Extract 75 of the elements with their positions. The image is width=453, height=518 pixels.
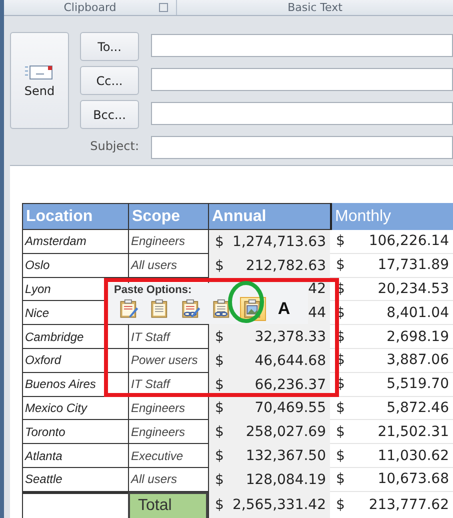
address-field[interactable] xyxy=(151,68,453,91)
currency-symbol: $ xyxy=(336,233,345,250)
currency-symbol: $ xyxy=(215,448,224,464)
table-cell: Cambridge xyxy=(22,325,128,349)
paste-link-icon xyxy=(181,299,201,319)
currency-symbol: $ xyxy=(336,448,345,464)
table-cell: Mexico City xyxy=(22,396,128,420)
table-cell: 70,469.55 xyxy=(254,400,326,416)
send-button[interactable]: Send xyxy=(10,32,69,129)
column-header: Scope xyxy=(128,203,208,230)
table-cell: 32,378.33 xyxy=(254,329,326,346)
address-button[interactable]: To... xyxy=(80,32,139,61)
address-button[interactable]: Bcc... xyxy=(80,100,139,129)
currency-symbol: $ xyxy=(215,352,224,369)
column-header: Location xyxy=(22,203,128,230)
table-cell: 2,565,331.42 xyxy=(232,496,326,513)
table-cell: 66,236.37 xyxy=(254,376,326,393)
currency-symbol: $ xyxy=(215,234,224,250)
table-cell: 3,887.06 xyxy=(386,352,449,368)
currency-symbol: $ xyxy=(215,424,224,440)
table-cell: 42 xyxy=(308,281,326,298)
table-cell: Amsterdam xyxy=(22,230,128,254)
table-cell: 213,777.62 xyxy=(368,496,449,513)
table-cell: Toronto xyxy=(22,420,128,444)
highlight-ellipse xyxy=(228,281,264,323)
table-cell: 1,274,713.63 xyxy=(232,234,326,250)
paste-option-button[interactable]: A xyxy=(271,297,297,321)
table-cell: 21,502.31 xyxy=(378,424,449,440)
currency-symbol: $ xyxy=(215,496,224,513)
column-header: Annual xyxy=(208,203,330,230)
table-cell: 5,872.46 xyxy=(386,400,449,416)
envelope-icon xyxy=(24,64,54,80)
table-cell: Oxford xyxy=(22,348,128,373)
currency-symbol: $ xyxy=(336,471,345,488)
table-cell: 20,234.53 xyxy=(378,280,449,297)
column-header: Monthly xyxy=(330,203,453,230)
table-cell: 258,027.69 xyxy=(246,424,326,440)
table-cell: Seattle xyxy=(22,468,128,492)
table-cell: Oslo xyxy=(22,254,128,278)
currency-symbol: $ xyxy=(336,400,345,416)
currency-symbol: $ xyxy=(336,424,345,440)
paste-keep-formatting-icon xyxy=(119,299,139,319)
subject-label: Subject: xyxy=(89,138,139,155)
table-cell: 128,084.19 xyxy=(246,472,326,488)
table-cell: 46,644.68 xyxy=(254,352,326,369)
currency-symbol: $ xyxy=(215,472,224,488)
currency-symbol: $ xyxy=(215,376,224,393)
address-field[interactable] xyxy=(151,102,453,125)
subject-field[interactable] xyxy=(151,136,453,159)
currency-symbol: $ xyxy=(336,496,345,513)
table-cell: 132,367.50 xyxy=(246,448,326,464)
table-cell: 11,030.62 xyxy=(378,448,449,464)
currency-symbol: $ xyxy=(215,400,224,416)
dialog-launcher-icon[interactable] xyxy=(159,3,168,12)
table-cell: 44 xyxy=(308,305,326,322)
ribbon-group-label: Basic Text xyxy=(288,1,342,14)
currency-symbol: $ xyxy=(336,257,345,274)
total-cell: Total xyxy=(128,492,208,518)
currency-symbol: $ xyxy=(215,329,224,346)
table-cell: 10,673.68 xyxy=(378,471,449,488)
currency-symbol: $ xyxy=(215,258,224,274)
table-cell: 212,782.63 xyxy=(246,258,326,274)
paste-link-icon xyxy=(212,299,232,319)
table-cell: Atlanta xyxy=(22,444,128,468)
address-field[interactable] xyxy=(151,34,453,57)
table-cell: 5,519.70 xyxy=(386,376,449,392)
paste-clipboard-icon xyxy=(150,299,170,319)
table-cell: Buenos Aires xyxy=(22,372,128,397)
ribbon-group-label: Clipboard xyxy=(64,1,116,14)
table-cell: 2,698.19 xyxy=(386,328,449,345)
paste-picture-icon xyxy=(243,299,263,319)
table-cell: 8,401.04 xyxy=(386,304,449,321)
table-cell: 106,226.14 xyxy=(368,233,449,250)
table-cell: 17,731.89 xyxy=(378,257,449,274)
address-button[interactable]: Cc... xyxy=(80,66,139,95)
